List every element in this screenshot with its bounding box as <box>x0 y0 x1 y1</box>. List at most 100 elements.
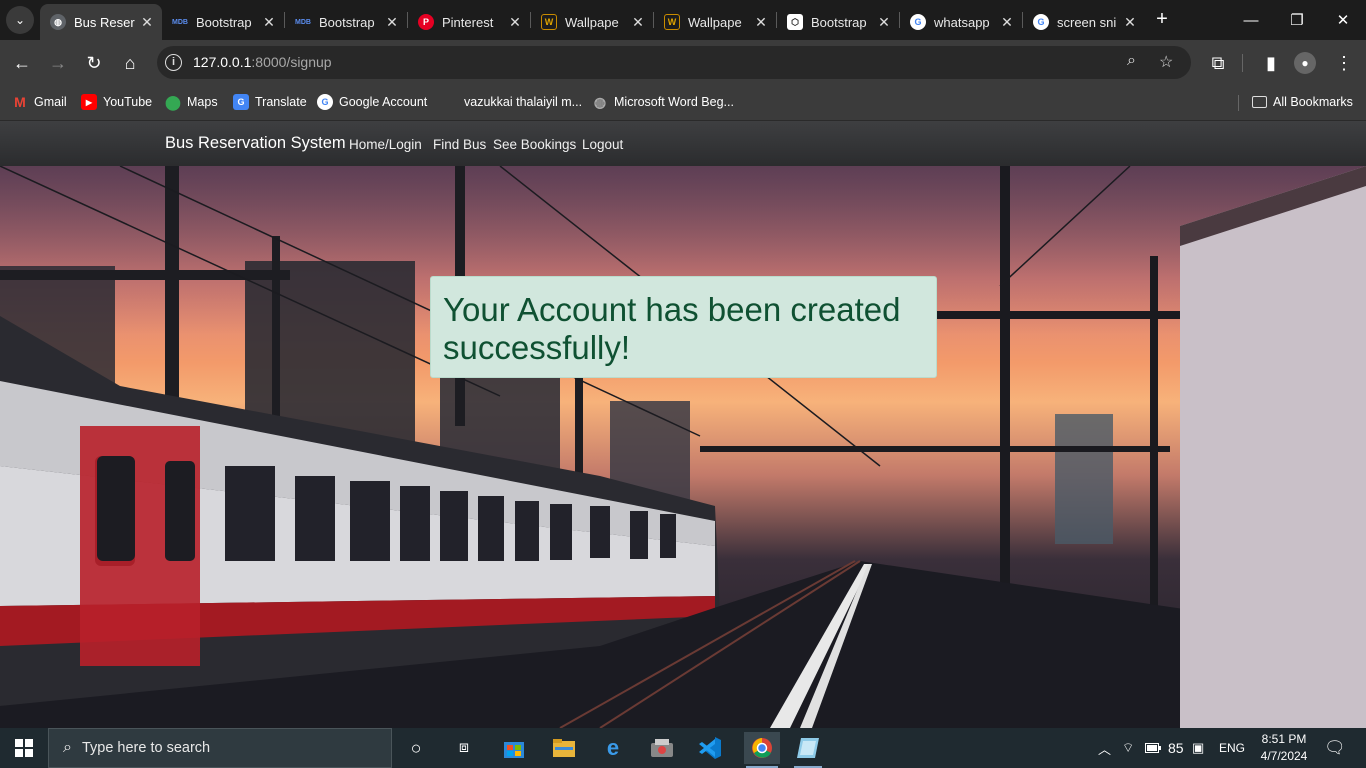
clock-time: 8:51 PM <box>1261 732 1307 746</box>
wallpaper-site-icon: W <box>664 14 680 30</box>
search-placeholder: Type here to search <box>81 740 211 756</box>
new-tab-button[interactable]: + <box>1150 8 1174 32</box>
train-station-scene <box>0 166 1366 728</box>
tab-title: Wallpape <box>688 14 742 30</box>
start-button[interactable] <box>0 728 48 768</box>
tab-search-button[interactable]: ⌄ <box>6 6 34 34</box>
file-explorer-icon[interactable] <box>548 732 580 764</box>
forward-icon[interactable]: → <box>45 50 71 76</box>
vscode-icon[interactable] <box>694 732 726 764</box>
tab-strip: ⌄ ◍ Bus Reser ✕ MDB Bootstrap ✕ MDB Boot… <box>0 0 1366 40</box>
pinterest-icon: P <box>418 14 434 30</box>
site-navbar: Bus Reservation System Home/Login Find B… <box>0 121 1366 166</box>
windows-logo-icon <box>15 739 33 757</box>
tab-bootstrap-2[interactable]: MDB Bootstrap ✕ <box>285 4 407 40</box>
bookmark-gmail[interactable]: M Gmail <box>12 92 67 112</box>
show-hidden-icons[interactable]: ︿ <box>1098 728 1111 768</box>
network-status-icon[interactable]: ▣ <box>1192 728 1204 768</box>
bookmark-youtube[interactable]: ▶ YouTube <box>81 92 152 112</box>
maps-pin-icon: ⬤ <box>165 93 181 110</box>
site-info-icon[interactable]: i <box>165 54 182 71</box>
close-tab-icon[interactable]: ✕ <box>138 14 156 31</box>
close-tab-icon[interactable]: ✕ <box>260 14 278 31</box>
close-tab-icon[interactable]: ✕ <box>629 14 647 31</box>
wifi-icon[interactable]: ⌔ <box>1122 728 1134 768</box>
tab-title: Bus Reser <box>74 14 135 30</box>
google-icon: G <box>1033 14 1049 30</box>
taskbar-search-box[interactable]: ⌕ Type here to search <box>48 728 392 768</box>
tab-bootstrap-3[interactable]: ⬡ Bootstrap ✕ <box>777 4 899 40</box>
site-brand[interactable]: Bus Reservation System <box>165 134 346 153</box>
bookmarks-bar: M Gmail ▶ YouTube ⬤ Maps G Translate G G… <box>0 85 1366 121</box>
tab-wallpaper-1[interactable]: W Wallpape ✕ <box>531 4 653 40</box>
bookmark-star-icon[interactable]: ☆ <box>1159 52 1173 72</box>
bookmark-microsoft-word[interactable]: ◍ Microsoft Word Beg... <box>592 92 734 112</box>
close-tab-icon[interactable]: ✕ <box>752 14 770 31</box>
google-icon: G <box>910 14 926 30</box>
success-alert: Your Account has been created successful… <box>430 276 937 378</box>
microsoft-store-icon[interactable] <box>498 732 530 764</box>
side-panel-icon[interactable]: ▮ <box>1258 50 1284 76</box>
nav-logout[interactable]: Logout <box>582 137 623 152</box>
menu-kebab-icon[interactable]: ⋮ <box>1331 50 1357 76</box>
nav-home-login[interactable]: Home/Login <box>349 137 422 152</box>
taskbar-clock[interactable]: 8:51 PM 4/7/2024 <box>1256 731 1312 765</box>
url-text[interactable]: 127.0.0.1:8000/signup <box>193 54 332 70</box>
translate-icon: G <box>233 94 249 110</box>
bookmark-label: Microsoft Word Beg... <box>614 95 734 109</box>
tab-whatsapp[interactable]: G whatsapp ✕ <box>900 4 1022 40</box>
hero-background-image: Your Account has been created successful… <box>0 166 1366 728</box>
notifications-icon[interactable]: 🗨 <box>1324 728 1346 768</box>
bookmark-label: All Bookmarks <box>1273 95 1353 109</box>
battery-icon[interactable] <box>1145 728 1161 768</box>
extensions-icon[interactable]: ⧉ <box>1205 50 1231 76</box>
tab-title: whatsapp <box>934 14 990 30</box>
minimize-button[interactable]: — <box>1228 0 1274 40</box>
tab-bootstrap-1[interactable]: MDB Bootstrap ✕ <box>162 4 284 40</box>
close-window-button[interactable]: ✕ <box>1320 0 1366 40</box>
tab-wallpaper-2[interactable]: W Wallpape ✕ <box>654 4 776 40</box>
tab-title: Wallpape <box>565 14 619 30</box>
restore-button[interactable]: ❐ <box>1274 0 1320 40</box>
bookmark-translate[interactable]: G Translate <box>233 92 307 112</box>
tab-screen-snip[interactable]: G screen sni ✕ <box>1023 4 1145 40</box>
tab-title: Bootstrap <box>319 14 375 30</box>
bookmark-label: YouTube <box>103 95 153 109</box>
folder-icon <box>1252 96 1267 108</box>
app-icon[interactable] <box>792 732 824 768</box>
wallpaper-site-icon: W <box>541 14 557 30</box>
address-bar[interactable]: i 127.0.0.1:8000/signup ⌕ ☆ <box>157 46 1191 79</box>
close-tab-icon[interactable]: ✕ <box>383 14 401 31</box>
close-tab-icon[interactable]: ✕ <box>1121 14 1139 31</box>
browser-toolbar: ← → ↻ ⌂ i 127.0.0.1:8000/signup ⌕ ☆ ⧉ ▮ … <box>0 40 1366 85</box>
zoom-icon[interactable]: ⌕ <box>1127 52 1136 70</box>
reload-icon[interactable]: ↻ <box>81 50 107 76</box>
globe-icon: ◍ <box>593 93 607 110</box>
nav-find-bus[interactable]: Find Bus <box>433 137 486 152</box>
close-tab-icon[interactable]: ✕ <box>506 14 524 31</box>
globe-icon: ◍ <box>50 14 66 30</box>
back-icon[interactable]: ← <box>9 50 35 76</box>
close-tab-icon[interactable]: ✕ <box>875 14 893 31</box>
web-page: Bus Reservation System Home/Login Find B… <box>0 121 1366 728</box>
bookmark-label: Translate <box>255 95 307 109</box>
profile-avatar-icon[interactable]: ● <box>1294 52 1316 74</box>
nav-see-bookings[interactable]: See Bookings <box>493 137 576 152</box>
snipping-tool-icon[interactable] <box>646 732 678 764</box>
tab-pinterest[interactable]: P Pinterest ✕ <box>408 4 530 40</box>
battery-percent: 85 <box>1168 740 1184 756</box>
language-indicator[interactable]: ENG <box>1219 728 1245 768</box>
edge-icon[interactable]: e <box>597 732 629 764</box>
bookmark-google-account[interactable]: G Google Account <box>317 92 427 112</box>
bookmark-vazukkai[interactable]: vazukkai thalaiyil m... <box>464 92 582 112</box>
cortana-icon[interactable]: ○ <box>400 732 432 764</box>
url-path: :8000/signup <box>251 54 332 70</box>
bookmark-maps[interactable]: ⬤ Maps <box>165 92 217 112</box>
url-host: 127.0.0.1 <box>193 54 252 70</box>
tab-bus-reservation[interactable]: ◍ Bus Reser ✕ <box>40 4 162 40</box>
chrome-taskbar-icon[interactable] <box>744 732 780 768</box>
close-tab-icon[interactable]: ✕ <box>998 14 1016 31</box>
task-view-icon[interactable]: ⧈ <box>448 732 480 764</box>
home-icon[interactable]: ⌂ <box>117 50 143 76</box>
all-bookmarks-folder[interactable]: All Bookmarks <box>1252 92 1353 112</box>
